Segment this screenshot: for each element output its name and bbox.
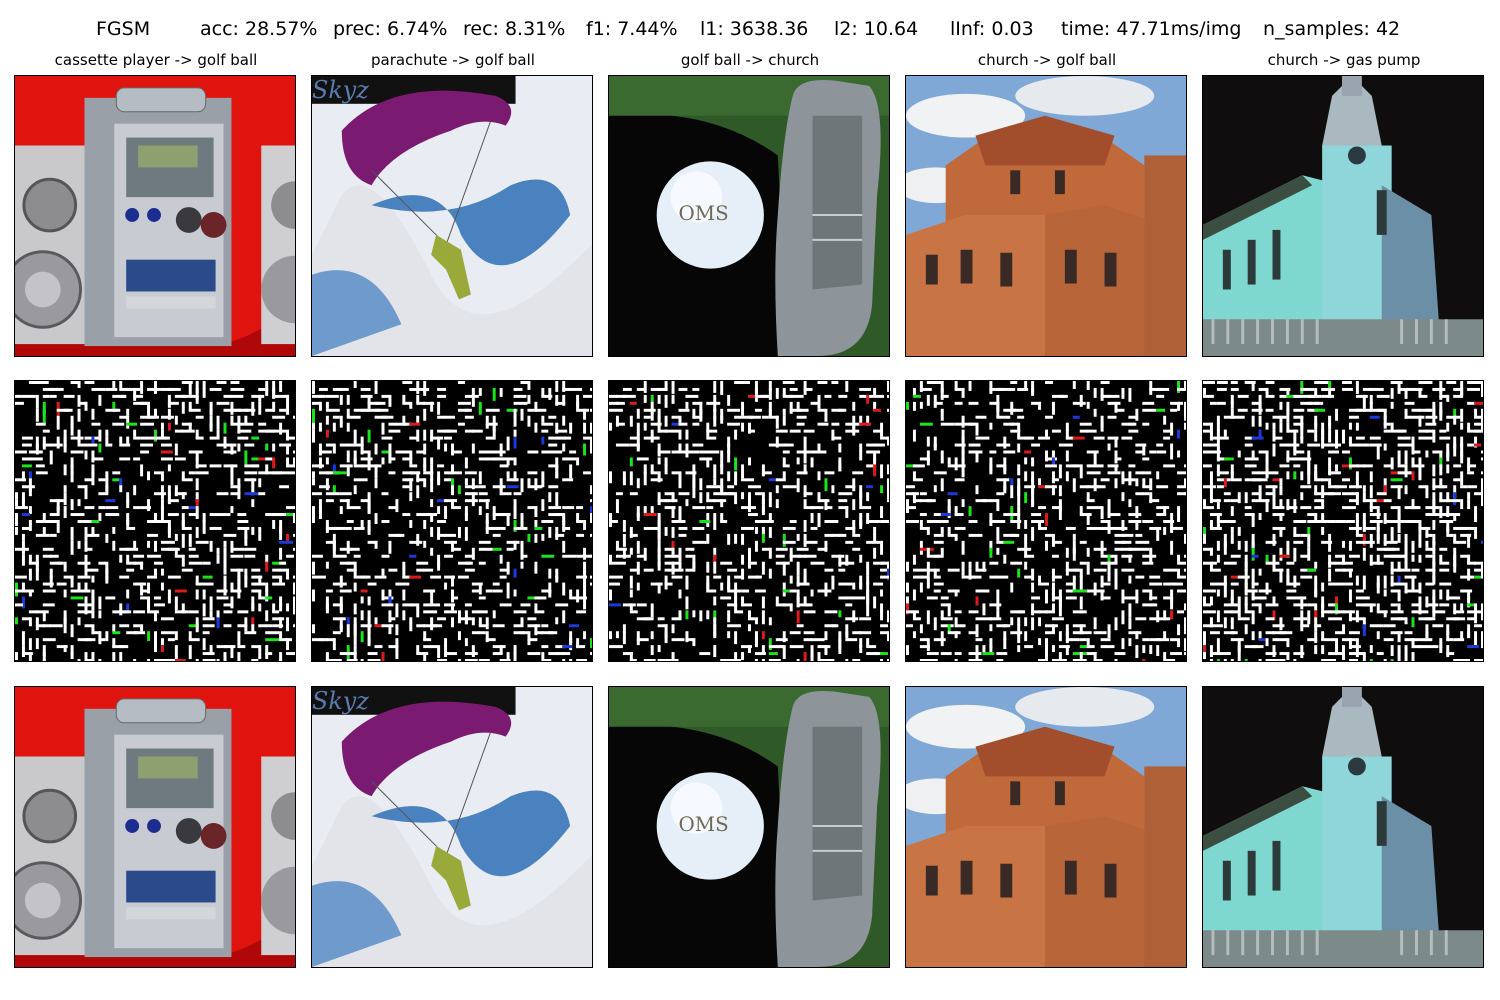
column-title: church -> golf ball bbox=[977, 51, 1117, 69]
recall-metric: rec: 8.31% bbox=[463, 18, 566, 40]
image-grid: cassette player -> golf ball parachute -… bbox=[14, 48, 1488, 973]
perturbation-map-parachute bbox=[311, 380, 593, 662]
accuracy-metric: acc: 28.57% bbox=[200, 18, 318, 40]
sample-count-metric: n_samples: 42 bbox=[1263, 18, 1401, 40]
column-title: cassette player -> golf ball bbox=[54, 51, 258, 69]
original-image-golf-ball: OMS bbox=[608, 75, 890, 357]
golf-ball-text: OMS bbox=[679, 202, 729, 225]
l2-metric: l2: 10.64 bbox=[834, 18, 919, 40]
svg-text:OMS: OMS bbox=[679, 813, 729, 836]
time-metric: time: 47.71ms/img bbox=[1061, 18, 1242, 40]
column-title: church -> gas pump bbox=[1267, 51, 1421, 69]
perturbation-map-golf-ball bbox=[608, 380, 890, 662]
l1-metric: l1: 3638.36 bbox=[700, 18, 809, 40]
original-image-cassette-player bbox=[14, 75, 296, 357]
original-image-brick-church bbox=[905, 75, 1187, 357]
original-image-white-church bbox=[1202, 75, 1484, 357]
perturbation-map-brick-church bbox=[905, 380, 1187, 662]
original-image-parachute: Skyz bbox=[311, 75, 593, 357]
precision-metric: prec: 6.74% bbox=[333, 18, 448, 40]
adversarial-image-parachute: Skyz bbox=[311, 686, 593, 968]
adversarial-image-golf-ball: OMS bbox=[608, 686, 890, 968]
adversarial-image-cassette-player bbox=[14, 686, 296, 968]
metrics-header: FGSM acc: 28.57% prec: 6.74% rec: 8.31% … bbox=[0, 14, 1500, 44]
adversarial-image-white-church bbox=[1202, 686, 1484, 968]
adversarial-image-brick-church bbox=[905, 686, 1187, 968]
svg-text:Skyz: Skyz bbox=[312, 687, 369, 715]
column-title: golf ball -> church bbox=[680, 51, 820, 69]
column-title: parachute -> golf ball bbox=[371, 51, 535, 69]
f1-metric: f1: 7.44% bbox=[586, 18, 678, 40]
parachute-watermark: Skyz bbox=[312, 76, 369, 104]
perturbation-map-white-church bbox=[1202, 380, 1484, 662]
linf-metric: lInf: 0.03 bbox=[950, 18, 1034, 40]
method-label: FGSM bbox=[96, 18, 151, 40]
perturbation-map-cassette-player bbox=[14, 380, 296, 662]
